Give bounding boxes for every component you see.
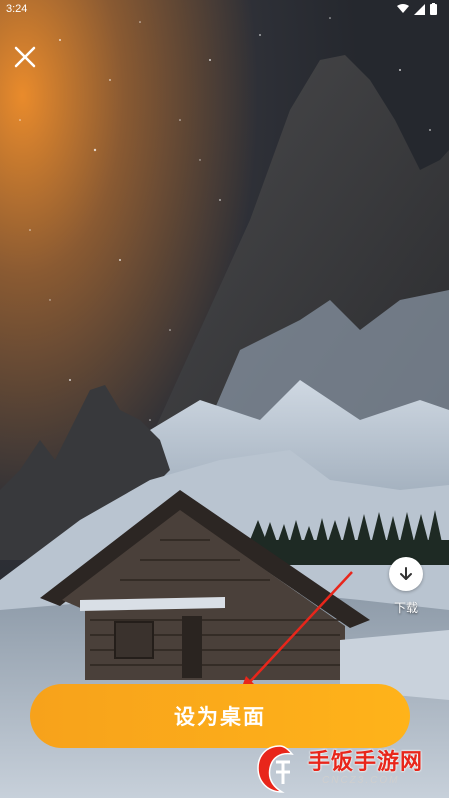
watermark-logo <box>257 745 294 793</box>
signal-icon <box>414 3 425 15</box>
battery-icon <box>430 3 437 15</box>
watermark-domain: CNCZ3.COM <box>322 775 400 786</box>
wifi-icon <box>397 4 409 13</box>
watermark-text: 手饭手游网 <box>308 750 424 775</box>
wallpaper-image <box>0 0 449 798</box>
watermark: 手饭手游网 CNCZ3.COM <box>252 738 447 796</box>
download-label: 下载 <box>393 601 418 615</box>
download-icon <box>400 567 412 580</box>
download-button[interactable]: 下载 <box>386 557 426 616</box>
status-icons <box>397 3 437 15</box>
status-time: 3:24 <box>6 3 28 15</box>
download-circle[interactable] <box>389 557 423 591</box>
set-wallpaper-label: 设为桌面 <box>174 705 266 729</box>
wallpaper-preview-screen: 3:24 下载 设为桌面 手饭手游网 CNCZ3.COM <box>0 0 449 798</box>
close-button[interactable] <box>10 42 40 72</box>
close-icon <box>14 46 36 68</box>
status-bar: 3:24 <box>0 0 449 20</box>
